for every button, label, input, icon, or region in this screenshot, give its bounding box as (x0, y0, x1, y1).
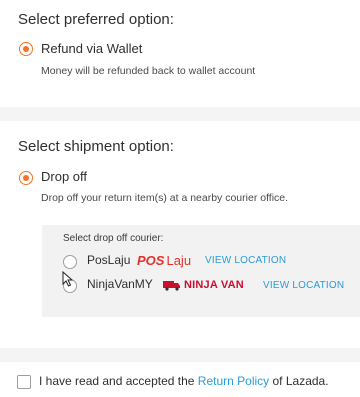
drop-off-description: Drop off your return item(s) at a nearby… (41, 192, 289, 204)
preferred-option-heading: Select preferred option: (18, 11, 174, 28)
terms-text: I have read and accepted the Return Poli… (39, 374, 329, 388)
courier-selection-title: Select drop off courier: (63, 233, 164, 244)
drop-off-label[interactable]: Drop off (41, 169, 87, 184)
courier-selection-panel: Select drop off courier: PosLaju POS Laj… (42, 225, 360, 317)
terms-suffix: of Lazada. (269, 374, 329, 388)
ninjavan-view-location-link[interactable]: VIEW LOCATION (263, 280, 344, 291)
refund-wallet-radio[interactable] (19, 42, 33, 56)
accept-terms-checkbox[interactable] (17, 375, 31, 389)
drop-off-radio[interactable] (19, 171, 33, 185)
return-policy-link[interactable]: Return Policy (198, 374, 269, 388)
poslaju-logo-sub: Laju (166, 252, 192, 268)
poslaju-view-location-link[interactable]: VIEW LOCATION (205, 255, 286, 266)
poslaju-logo-main: POS (137, 252, 165, 268)
ninjavan-truck-icon (163, 280, 180, 291)
refund-wallet-description: Money will be refunded back to wallet ac… (41, 65, 256, 77)
preferred-option-section: Select preferred option: Refund via Wall… (0, 0, 360, 107)
ninjavan-name[interactable]: NinjaVanMY (87, 277, 153, 291)
terms-prefix: I have read and accepted the (39, 374, 198, 388)
poslaju-radio[interactable] (63, 255, 77, 269)
ninjavan-logo: NINJA VAN (163, 277, 244, 293)
section-divider-2 (0, 348, 360, 362)
poslaju-name[interactable]: PosLaju (87, 253, 130, 267)
section-divider (0, 107, 360, 121)
refund-wallet-label[interactable]: Refund via Wallet (41, 41, 142, 56)
ninjavan-logo-text: NINJA VAN (184, 279, 244, 291)
poslaju-logo: POS Laju (137, 251, 191, 269)
shipment-option-heading: Select shipment option: (18, 138, 174, 155)
mouse-pointer-icon (62, 271, 74, 287)
